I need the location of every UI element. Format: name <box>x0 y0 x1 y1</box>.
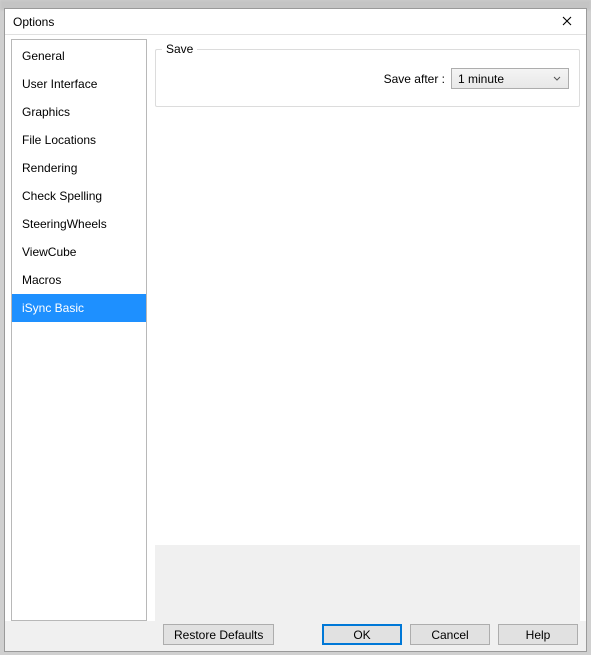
sidebar-item-graphics[interactable]: Graphics <box>12 98 146 126</box>
content-panel: Save Save after : 1 minute <box>155 39 580 621</box>
help-button[interactable]: Help <box>498 624 578 645</box>
save-after-row: Save after : 1 minute <box>166 68 569 89</box>
groupbox-title: Save <box>162 42 197 56</box>
dialog-title: Options <box>13 15 554 29</box>
save-groupbox: Save Save after : 1 minute <box>155 49 580 107</box>
sidebar-item-file-locations[interactable]: File Locations <box>12 126 146 154</box>
save-after-dropdown[interactable]: 1 minute <box>451 68 569 89</box>
sidebar-item-label: ViewCube <box>22 245 76 259</box>
dialog-body: General User Interface Graphics File Loc… <box>5 35 586 621</box>
content-spacer <box>155 107 580 545</box>
footer-left: Restore Defaults <box>13 624 314 645</box>
close-icon <box>562 15 572 29</box>
sidebar-item-label: User Interface <box>22 77 97 91</box>
sidebar-item-steeringwheels[interactable]: SteeringWheels <box>12 210 146 238</box>
options-dialog: Options General User Interface Graphics … <box>4 8 587 652</box>
sidebar-item-viewcube[interactable]: ViewCube <box>12 238 146 266</box>
sidebar-item-label: iSync Basic <box>22 301 84 315</box>
chevron-down-icon <box>550 76 564 82</box>
dropdown-value: 1 minute <box>458 72 550 86</box>
sidebar-item-check-spelling[interactable]: Check Spelling <box>12 182 146 210</box>
sidebar-item-user-interface[interactable]: User Interface <box>12 70 146 98</box>
titlebar: Options <box>5 9 586 35</box>
ok-button[interactable]: OK <box>322 624 402 645</box>
sidebar-item-label: Macros <box>22 273 61 287</box>
sidebar-item-isync-basic[interactable]: iSync Basic <box>12 294 146 322</box>
sidebar-item-label: General <box>22 49 65 63</box>
button-label: OK <box>353 628 370 642</box>
restore-defaults-button[interactable]: Restore Defaults <box>163 624 274 645</box>
dialog-footer: Restore Defaults OK Cancel Help <box>5 621 586 651</box>
button-label: Help <box>526 628 551 642</box>
sidebar-item-label: Check Spelling <box>22 189 102 203</box>
sidebar-item-label: File Locations <box>22 133 96 147</box>
close-button[interactable] <box>554 12 580 32</box>
sidebar-item-macros[interactable]: Macros <box>12 266 146 294</box>
sidebar-item-label: Graphics <box>22 105 70 119</box>
button-label: Restore Defaults <box>174 628 263 642</box>
sidebar-item-label: Rendering <box>22 161 77 175</box>
category-sidebar: General User Interface Graphics File Loc… <box>11 39 147 621</box>
sidebar-item-label: SteeringWheels <box>22 217 107 231</box>
cancel-button[interactable]: Cancel <box>410 624 490 645</box>
sidebar-item-general[interactable]: General <box>12 42 146 70</box>
content-lower-strip <box>155 545 580 621</box>
save-after-label: Save after : <box>384 72 445 86</box>
button-label: Cancel <box>431 628 468 642</box>
sidebar-item-rendering[interactable]: Rendering <box>12 154 146 182</box>
